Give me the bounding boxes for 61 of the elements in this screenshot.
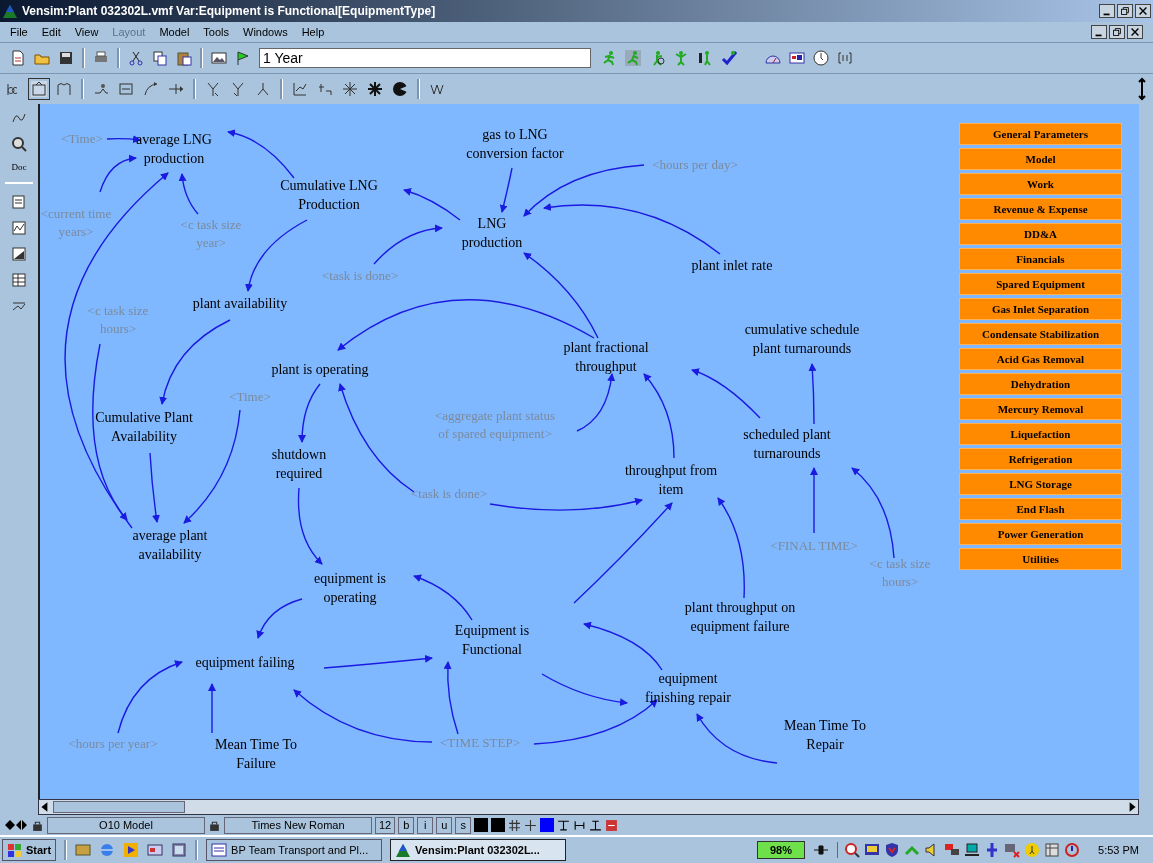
view-button[interactable]: General Parameters	[959, 123, 1122, 145]
taskbar-button[interactable]: Vensim:Plant 032302L...	[390, 839, 567, 861]
variable-label[interactable]: plant is operating	[271, 360, 369, 380]
variable-label[interactable]: Cumulative LNG Production	[280, 177, 378, 215]
menu-item[interactable]: File	[10, 26, 28, 38]
view-button[interactable]: End Flash	[959, 498, 1122, 520]
view-button[interactable]: Utilities	[959, 548, 1122, 570]
view-button[interactable]: Dehydration	[959, 373, 1122, 395]
start-button[interactable]: Start	[2, 839, 57, 861]
doc-tool[interactable]: Doc	[11, 162, 27, 172]
taskbar-button[interactable]: BP Team Transport and Pl...	[206, 839, 383, 861]
view-button[interactable]: Mercury Removal	[959, 398, 1122, 420]
style-toggle[interactable]: u	[436, 816, 453, 834]
view-button[interactable]: Model	[959, 148, 1122, 170]
menu-item[interactable]: View	[74, 26, 99, 38]
view-name[interactable]: O10 Model	[47, 816, 205, 834]
menu-item[interactable]: Windows	[243, 26, 288, 38]
variable-label[interactable]: equipment is operating	[314, 570, 386, 608]
view-button[interactable]: Refrigeration	[959, 448, 1122, 470]
font-name[interactable]: Times New Roman	[224, 816, 372, 834]
variable-label[interactable]: Mean Time To Repair	[784, 717, 866, 755]
variable-label[interactable]: cumulative schedule plant turnarounds	[744, 321, 860, 359]
variable-label[interactable]: scheduled plant turnarounds	[743, 426, 831, 464]
variable-label[interactable]: plant fractional throughput	[563, 339, 649, 377]
font-size[interactable]: 12	[375, 816, 396, 834]
variable-label[interactable]: throughput from item	[624, 462, 718, 500]
variable-label[interactable]: plant throughput on equipment failure	[684, 599, 796, 637]
style-toggle[interactable]: s	[455, 816, 472, 834]
variable-label[interactable]: shutdown required	[271, 446, 327, 484]
style-toggle[interactable]: b	[398, 816, 415, 834]
variable-label[interactable]: plant inlet rate	[691, 256, 773, 276]
variable-label[interactable]: equipment failing	[195, 653, 295, 673]
view-button[interactable]: Acid Gas Removal	[959, 348, 1122, 370]
variable-label[interactable]: Equipment is Functional	[454, 622, 530, 660]
view-button[interactable]: Power Generation	[959, 523, 1122, 545]
variable-label[interactable]: equipment finishing repair	[645, 670, 731, 708]
variable-label[interactable]: Mean Time To Failure	[215, 736, 297, 774]
view-button[interactable]: DD&A	[959, 223, 1122, 245]
variable-label[interactable]: LNG production	[461, 215, 523, 253]
window-title: Vensim:Plant 032302L.vmf Var:Equipment is Functional[EquipmentType]	[22, 4, 436, 18]
view-button[interactable]: Condensate Stabilization	[959, 323, 1122, 345]
menu-item[interactable]: Model	[159, 26, 190, 38]
variable-label[interactable]: Cumulative Plant Availability	[95, 409, 193, 447]
time-field[interactable]: 1 Year	[259, 48, 591, 68]
variable-label[interactable]: average LNG production	[136, 131, 212, 169]
view-button[interactable]: Revenue & Expense	[959, 198, 1122, 220]
view-button[interactable]: Liquefaction	[959, 423, 1122, 445]
view-button[interactable]: LNG Storage	[959, 473, 1122, 495]
menu-item[interactable]: Edit	[41, 26, 61, 38]
menu-item[interactable]: Tools	[203, 26, 230, 38]
menu-item[interactable]: Help	[301, 26, 325, 38]
view-button[interactable]: Spared Equipment	[959, 273, 1122, 295]
view-button[interactable]: Work	[959, 173, 1122, 195]
view-button[interactable]: Gas Inlet Separation	[959, 298, 1122, 320]
battery-meter[interactable]: 98%	[757, 841, 806, 859]
clock[interactable]: 5:53 PM	[1098, 844, 1139, 856]
style-toggle[interactable]: i	[417, 816, 434, 834]
variable-label[interactable]: average plant availability	[132, 527, 208, 565]
variable-label[interactable]: gas to LNG conversion factor	[466, 126, 564, 164]
variable-label[interactable]: plant availability	[192, 294, 288, 314]
view-button[interactable]: Financials	[959, 248, 1122, 270]
